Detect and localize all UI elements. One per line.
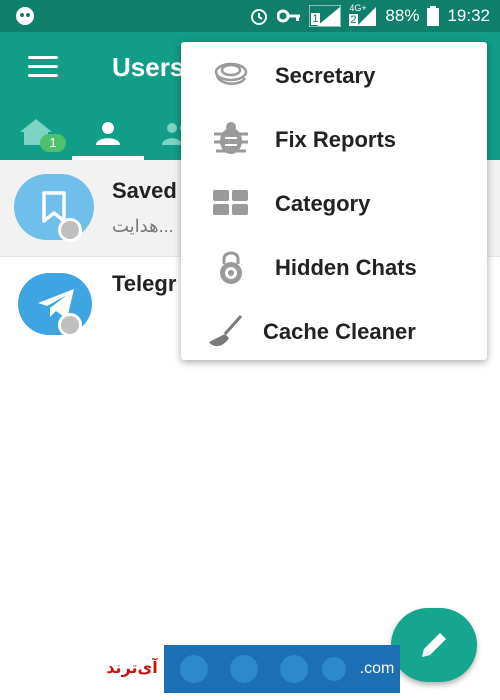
person-icon xyxy=(96,122,120,145)
compose-fab-button[interactable] xyxy=(391,608,477,682)
menu-item-secretary[interactable]: Secretary xyxy=(181,44,487,106)
key-icon xyxy=(277,9,301,23)
online-status-dot xyxy=(58,218,82,242)
status-bar: 1 4G+ 2 88% 19:32 xyxy=(0,0,500,32)
sim2-label: 2 xyxy=(349,14,358,26)
sim1-signal: 1 xyxy=(308,4,342,28)
app-notification-icon xyxy=(14,6,36,26)
menu-item-label: Cache Cleaner xyxy=(263,319,416,344)
battery-icon xyxy=(427,6,440,26)
lock-icon xyxy=(220,251,242,284)
category-icon xyxy=(213,190,248,215)
secretary-icon xyxy=(214,62,248,85)
menu-hamburger-icon[interactable] xyxy=(28,56,58,80)
tab-all[interactable]: 1 xyxy=(0,107,72,160)
menu-item-fix-reports[interactable]: Fix Reports xyxy=(181,108,487,170)
chat-title: Telegr xyxy=(112,271,177,296)
menu-item-cache-cleaner[interactable]: Cache Cleaner xyxy=(181,300,487,362)
menu-item-hidden-chats[interactable]: Hidden Chats xyxy=(181,236,487,298)
tab-users[interactable] xyxy=(72,107,144,160)
page-title: Users xyxy=(112,52,185,82)
pencil-icon xyxy=(422,633,446,657)
sim1-label: 1 xyxy=(311,13,320,25)
status-icons: 1 4G+ 2 88% 19:32 xyxy=(249,3,490,28)
overflow-menu: Secretary Fix Reports Category Hidden Ch… xyxy=(181,42,487,360)
chat-preview: هدایت... xyxy=(112,216,174,236)
menu-item-label: Secretary xyxy=(275,63,376,88)
menu-item-label: Category xyxy=(275,191,371,216)
clock: 19:32 xyxy=(447,6,490,25)
broom-icon xyxy=(209,315,243,347)
bookmark-icon xyxy=(42,191,66,223)
menu-item-label: Fix Reports xyxy=(275,127,397,152)
watermark-left-text: آی‌ترند xyxy=(100,645,164,693)
watermark-graphic xyxy=(164,645,354,693)
sim2-signal: 4G+ 2 xyxy=(349,3,377,27)
avatar xyxy=(18,273,92,337)
tab-unread-badge: 1 xyxy=(40,134,66,152)
alarm-icon xyxy=(251,9,268,25)
watermark-logo: آی‌ترند .com xyxy=(100,645,400,693)
battery-percent: 88% xyxy=(385,6,420,25)
online-status-dot xyxy=(58,313,82,337)
network-label: 4G+ xyxy=(349,3,367,13)
chat-title: Saved xyxy=(112,178,177,203)
menu-item-label: Hidden Chats xyxy=(275,255,417,280)
avatar xyxy=(14,174,94,242)
watermark-right-text: .com xyxy=(354,645,400,693)
menu-item-category[interactable]: Category xyxy=(181,172,487,234)
bug-icon xyxy=(214,122,248,154)
